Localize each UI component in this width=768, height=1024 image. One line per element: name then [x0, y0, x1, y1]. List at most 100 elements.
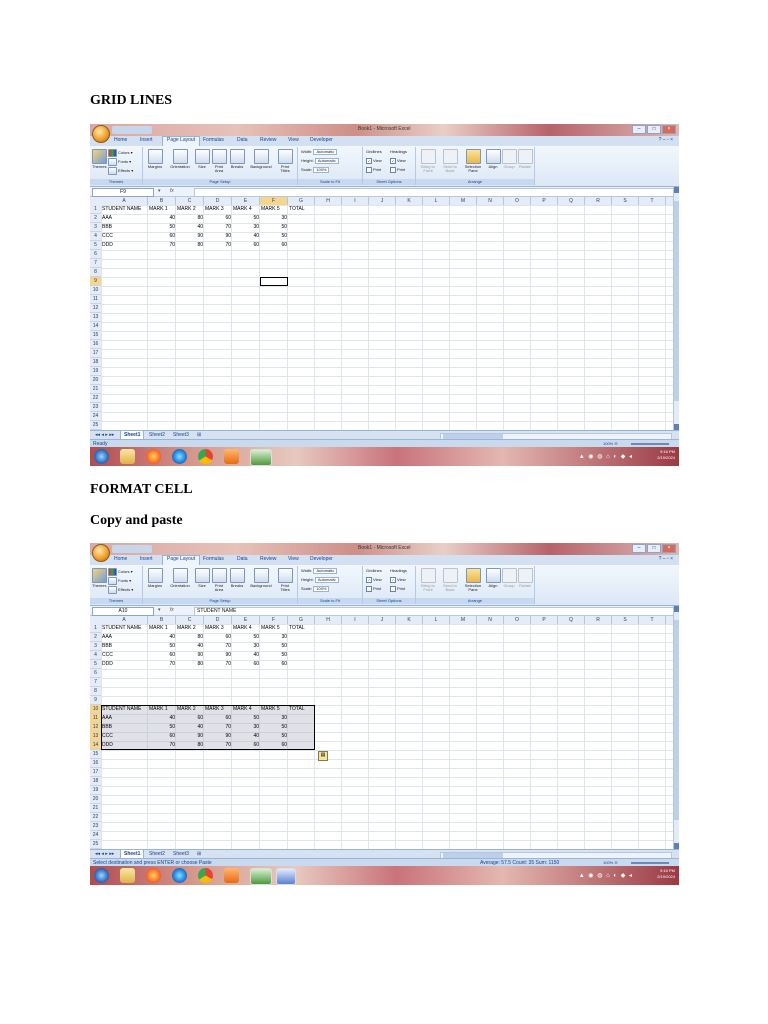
table-cell[interactable]: 50 [260, 642, 288, 651]
table-cell[interactable]: 40 [148, 214, 176, 223]
row-header-25[interactable]: 25 [90, 421, 101, 430]
themes-button[interactable]: Themes [92, 568, 107, 588]
restore-button[interactable]: □ [647, 544, 661, 553]
effects-button[interactable]: Effects ▾ [108, 167, 133, 175]
header-cell[interactable]: MARK 1 [148, 205, 176, 214]
tab-home[interactable]: Home [114, 137, 127, 143]
table-cell[interactable]: 50 [148, 223, 176, 232]
tab-page-layout[interactable]: Page Layout [162, 555, 201, 565]
row-header-13[interactable]: 13 [90, 313, 101, 322]
worksheet-grid[interactable]: ABCDEFGHIJKLMNOPQRST 1 2 3 4 5 6 7 8 9 10 11 12 13 14… [90, 616, 673, 849]
headings-print-checkbox[interactable]: Print [390, 167, 405, 173]
row-header-10[interactable]: 10 [90, 286, 101, 295]
row-header-22[interactable]: 22 [90, 394, 101, 403]
table-cell[interactable]: 40 [148, 714, 176, 723]
table-cell[interactable]: 60 [148, 651, 176, 660]
excel-window-taskbar-icon[interactable] [276, 868, 296, 885]
column-header-g[interactable]: G [288, 197, 315, 205]
table-cell[interactable] [288, 660, 315, 669]
tab-page-layout[interactable]: Page Layout [162, 136, 201, 146]
start-button-icon[interactable] [94, 449, 109, 464]
row-header-14[interactable]: 14 [90, 322, 101, 331]
table-cell[interactable]: 40 [232, 232, 260, 241]
themes-button[interactable]: Themes [92, 149, 107, 169]
gridlines-view-checkbox[interactable]: ✓ View [366, 158, 382, 164]
header-cell[interactable]: STUDENT NAME [101, 624, 148, 633]
row-header-7[interactable]: 7 [90, 678, 101, 687]
table-cell[interactable]: 90 [176, 232, 204, 241]
height-control[interactable]: Height: Automatic [301, 158, 339, 164]
column-header-n[interactable]: N [477, 616, 504, 624]
header-cell[interactable]: MARK 5 [260, 205, 288, 214]
excel-taskbar-icon[interactable] [250, 868, 272, 885]
table-cell[interactable]: DDD [101, 241, 148, 250]
table-cell[interactable]: 50 [232, 714, 260, 723]
column-header-g[interactable]: G [288, 616, 315, 624]
sheet-tab-sheet3[interactable]: Sheet3 [170, 431, 192, 439]
media-player-icon[interactable] [224, 449, 239, 464]
edge-icon[interactable] [172, 868, 187, 883]
table-cell[interactable]: CCC [101, 732, 148, 741]
row-header-11[interactable]: 11 [90, 295, 101, 304]
row-header-19[interactable]: 19 [90, 786, 101, 795]
gridlines-print-checkbox[interactable]: Print [366, 167, 381, 173]
sheet-tab-sheet2[interactable]: Sheet2 [146, 850, 168, 858]
table-cell[interactable]: 40 [176, 223, 204, 232]
header-cell[interactable]: MARK 1 [148, 705, 176, 714]
row-header-6[interactable]: 6 [90, 669, 101, 678]
row-header-24[interactable]: 24 [90, 412, 101, 421]
table-cell[interactable]: 70 [204, 241, 232, 250]
scale-control[interactable]: Scale: 100% [301, 586, 330, 592]
colors-button[interactable]: Colors ▾ [108, 568, 133, 576]
column-header-t[interactable]: T [639, 197, 666, 205]
row-header-20[interactable]: 20 [90, 795, 101, 804]
width-control[interactable]: Width: Automatic [301, 568, 338, 574]
start-button-icon[interactable] [94, 868, 109, 883]
breaks-button[interactable]: Breaks [229, 149, 245, 169]
table-cell[interactable]: CCC [101, 651, 148, 660]
excel-taskbar-icon[interactable] [250, 449, 272, 466]
orientation-button[interactable]: Orientation [167, 568, 193, 588]
header-cell[interactable]: MARK 3 [204, 705, 232, 714]
restore-button[interactable]: □ [647, 125, 661, 134]
table-cell[interactable]: 40 [176, 642, 204, 651]
table-cell[interactable]: 30 [232, 642, 260, 651]
table-cell[interactable]: 60 [176, 714, 204, 723]
table-cell[interactable]: AAA [101, 633, 148, 642]
column-header-r[interactable]: R [585, 616, 612, 624]
column-header-r[interactable]: R [585, 197, 612, 205]
worksheet-grid[interactable]: ABCDEFGHIJKLMNOPQRST 1 2 3 4 5 6 7 8 9 10 11 12 13 14… [90, 197, 673, 430]
send-to-back-button[interactable]: Send to Back [440, 149, 460, 173]
tab-data[interactable]: Data [237, 556, 248, 562]
chrome-icon[interactable] [198, 868, 213, 883]
table-cell[interactable]: 50 [232, 214, 260, 223]
effects-button[interactable]: Effects ▾ [108, 586, 133, 594]
row-header-14[interactable]: 14 [90, 741, 101, 750]
row-header-9[interactable]: 9 [90, 696, 101, 705]
row-header-5[interactable]: 5 [90, 241, 101, 250]
row-header-1[interactable]: 1 [90, 205, 101, 214]
row-header-3[interactable]: 3 [90, 642, 101, 651]
tab-view[interactable]: View [288, 556, 299, 562]
row-header-12[interactable]: 12 [90, 723, 101, 732]
vertical-scrollbar[interactable] [673, 187, 679, 430]
vertical-scrollbar[interactable] [673, 606, 679, 849]
column-header-i[interactable]: I [342, 616, 369, 624]
office-button[interactable] [92, 125, 110, 143]
file-explorer-icon[interactable] [120, 868, 135, 883]
minimize-button[interactable]: – [632, 544, 646, 553]
table-cell[interactable]: 30 [232, 723, 260, 732]
table-cell[interactable]: 60 [260, 241, 288, 250]
insert-sheet-icon[interactable]: ⊞ [194, 850, 204, 858]
tab-data[interactable]: Data [237, 137, 248, 143]
sheet-nav-arrows[interactable]: ◂◂ ◂ ▸ ▸▸ [92, 850, 117, 858]
row-header-18[interactable]: 18 [90, 777, 101, 786]
name-box[interactable]: A10 [92, 607, 154, 616]
close-button[interactable]: × [662, 544, 676, 553]
table-cell[interactable]: 80 [176, 741, 204, 750]
name-box[interactable]: F9 [92, 188, 154, 197]
table-cell[interactable]: 40 [176, 723, 204, 732]
row-header-15[interactable]: 15 [90, 750, 101, 759]
table-cell[interactable] [288, 732, 315, 741]
table-cell[interactable]: 80 [176, 214, 204, 223]
